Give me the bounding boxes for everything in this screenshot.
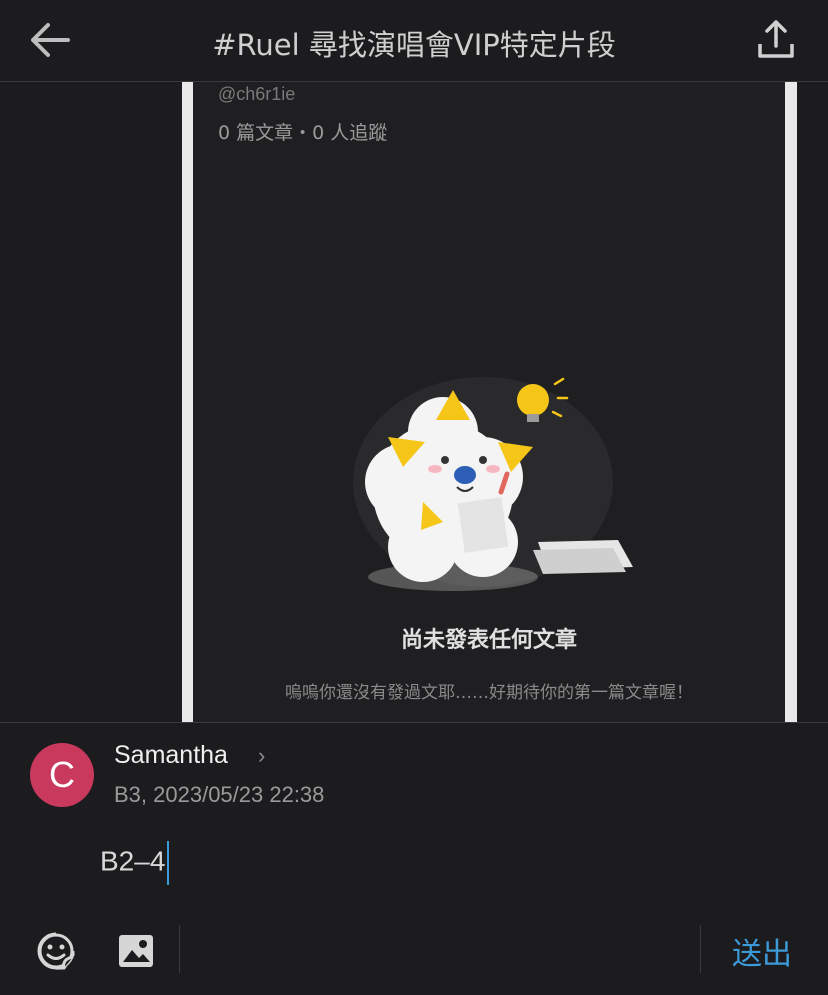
avatar: C	[30, 743, 94, 807]
comment-input[interactable]: B2–4	[100, 841, 760, 885]
send-button[interactable]: 送出	[732, 929, 792, 973]
comment-floor-timestamp: B3, 2023/05/23 22:38	[114, 782, 325, 807]
empty-state-title: 尚未發表任何文章	[400, 628, 577, 653]
back-arrow-icon[interactable]	[26, 20, 74, 60]
profile-handle: @ch6r1ie	[218, 84, 296, 104]
profile-stats: 0 篇文章・0 人追蹤	[218, 122, 388, 144]
image-icon[interactable]	[116, 931, 156, 971]
embedded-profile-screenshot: @ch6r1ie 0 篇文章・0 人追蹤 尚未發表任何文章 嗚嗚你還沒有發過文耶…	[193, 82, 785, 722]
author-name[interactable]: Samantha	[114, 741, 228, 770]
share-upload-icon[interactable]	[752, 16, 800, 64]
image-frame-right	[785, 82, 797, 722]
attached-screenshot[interactable]: @ch6r1ie 0 篇文章・0 人追蹤 尚未發表任何文章 嗚嗚你還沒有發過文耶…	[0, 82, 828, 722]
chevron-right-icon[interactable]: ›	[258, 743, 265, 769]
image-frame-left	[182, 82, 193, 722]
empty-state-description: 嗚嗚你還沒有發過文耶……好期待你的第一篇文章喔！	[285, 683, 693, 703]
page-title: #Ruel 尋找演唱會VIP特定片段	[212, 28, 616, 62]
toolbar-divider	[700, 925, 701, 973]
top-bar: #Ruel 尋找演唱會VIP特定片段	[0, 0, 828, 82]
comment-composer: C Samantha › B3, 2023/05/23 22:38 B2–4 送…	[0, 722, 828, 995]
text-cursor	[167, 841, 170, 885]
toolbar-divider	[179, 925, 180, 973]
sticker-emoji-icon[interactable]	[36, 931, 76, 971]
composer-toolbar: 送出	[0, 921, 828, 981]
comment-input-text: B2–4	[100, 845, 166, 877]
empty-state-illustration	[333, 372, 653, 602]
